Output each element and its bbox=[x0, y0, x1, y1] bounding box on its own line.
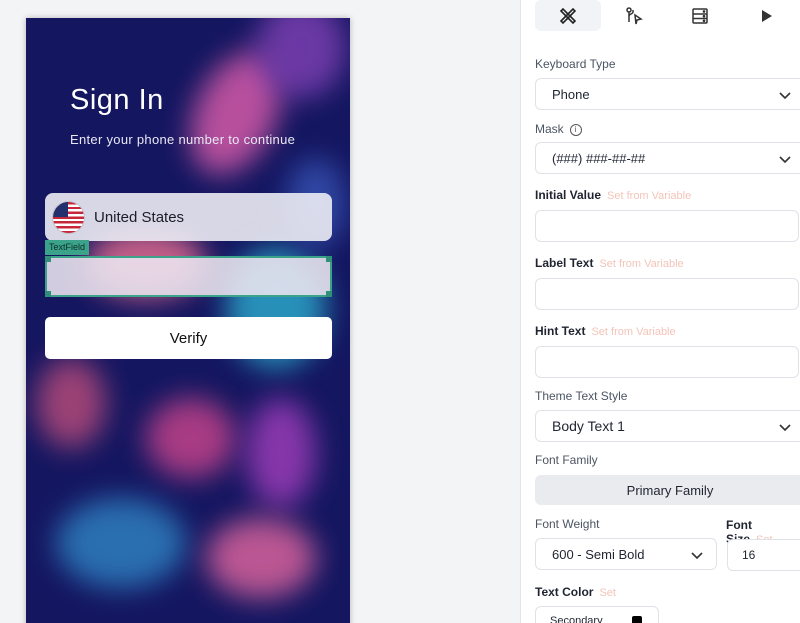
font-family-button[interactable]: Primary Family bbox=[535, 475, 800, 505]
set-from-variable-link[interactable]: Set from Variable bbox=[591, 326, 675, 338]
tools-icon[interactable] bbox=[535, 0, 601, 31]
database-icon[interactable] bbox=[667, 0, 733, 31]
theme-text-style-select[interactable]: Body Text 1 bbox=[535, 410, 800, 442]
hint-text-label-row: Hint Text Set from Variable bbox=[535, 324, 676, 338]
chevron-down-icon bbox=[779, 424, 791, 432]
hint-text-input[interactable] bbox=[535, 346, 799, 378]
verify-button[interactable]: Verify bbox=[45, 317, 332, 359]
initial-value-label-row: Initial Value Set from Variable bbox=[535, 188, 691, 202]
country-label: United States bbox=[94, 208, 185, 226]
background-blob bbox=[146, 398, 236, 478]
play-icon[interactable] bbox=[733, 0, 799, 31]
resize-handle[interactable] bbox=[326, 256, 332, 262]
resize-handle[interactable] bbox=[45, 256, 51, 262]
theme-text-style-label: Theme Text Style bbox=[535, 389, 628, 403]
text-color-picker[interactable]: Secondary bbox=[535, 606, 659, 623]
keyboard-type-select[interactable]: Phone bbox=[535, 78, 800, 110]
mask-value: (###) ###-##-## bbox=[552, 150, 646, 166]
set-from-variable-link[interactable]: Set from Variable bbox=[607, 190, 691, 202]
background-blob bbox=[246, 398, 316, 508]
font-weight-value: 600 - Semi Bold bbox=[552, 546, 645, 562]
background-blob bbox=[56, 498, 186, 588]
keyboard-type-label: Keyboard Type bbox=[535, 57, 616, 71]
canvas: Sign In Enter your phone number to conti… bbox=[0, 0, 519, 623]
keyboard-type-value: Phone bbox=[552, 86, 590, 102]
hint-text-label: Hint Text bbox=[535, 324, 586, 338]
mask-label-row: Mask i bbox=[535, 122, 582, 136]
page-title: Sign In bbox=[70, 84, 164, 116]
initial-value-input[interactable] bbox=[535, 210, 799, 242]
flow-icon[interactable] bbox=[601, 0, 667, 31]
label-text-input[interactable] bbox=[535, 278, 799, 310]
mask-label: Mask bbox=[535, 122, 564, 136]
theme-text-style-value: Body Text 1 bbox=[552, 418, 625, 434]
font-size-value: 16 bbox=[742, 548, 756, 562]
text-color-label-row: Text Color Set bbox=[535, 585, 616, 599]
phone-preview: Sign In Enter your phone number to conti… bbox=[26, 18, 350, 623]
mask-select[interactable]: (###) ###-##-## bbox=[535, 142, 800, 174]
font-size-input[interactable]: 16 bbox=[727, 539, 800, 571]
resize-handle[interactable] bbox=[326, 291, 332, 297]
label-text-label: Label Text bbox=[535, 256, 594, 270]
country-selector[interactable]: United States bbox=[45, 193, 332, 241]
page-subtitle: Enter your phone number to continue bbox=[70, 132, 296, 147]
widget-tag: TextField bbox=[45, 240, 90, 255]
phone-number-input[interactable] bbox=[45, 256, 332, 297]
panel-tabs bbox=[535, 0, 800, 33]
text-color-value: Secondary bbox=[550, 615, 603, 623]
text-color-label: Text Color bbox=[535, 585, 594, 599]
chevron-down-icon bbox=[779, 92, 791, 100]
chevron-down-icon bbox=[779, 156, 791, 164]
label-text-label-row: Label Text Set from Variable bbox=[535, 256, 684, 270]
font-family-label: Font Family bbox=[535, 453, 598, 467]
background-blob bbox=[206, 518, 316, 598]
initial-value-label: Initial Value bbox=[535, 188, 602, 202]
background-blob bbox=[36, 358, 106, 448]
font-weight-label: Font Weight bbox=[535, 517, 600, 531]
properties-panel: Keyboard Type Phone Mask i (###) ###-##-#… bbox=[520, 0, 800, 623]
chevron-down-icon bbox=[691, 552, 703, 560]
info-icon[interactable]: i bbox=[569, 123, 582, 136]
resize-handle[interactable] bbox=[45, 291, 51, 297]
color-swatch bbox=[632, 616, 642, 623]
font-weight-select[interactable]: 600 - Semi Bold bbox=[535, 538, 717, 570]
us-flag-icon bbox=[53, 201, 84, 233]
set-link[interactable]: Set bbox=[599, 587, 616, 599]
set-from-variable-link[interactable]: Set from Variable bbox=[599, 258, 683, 270]
